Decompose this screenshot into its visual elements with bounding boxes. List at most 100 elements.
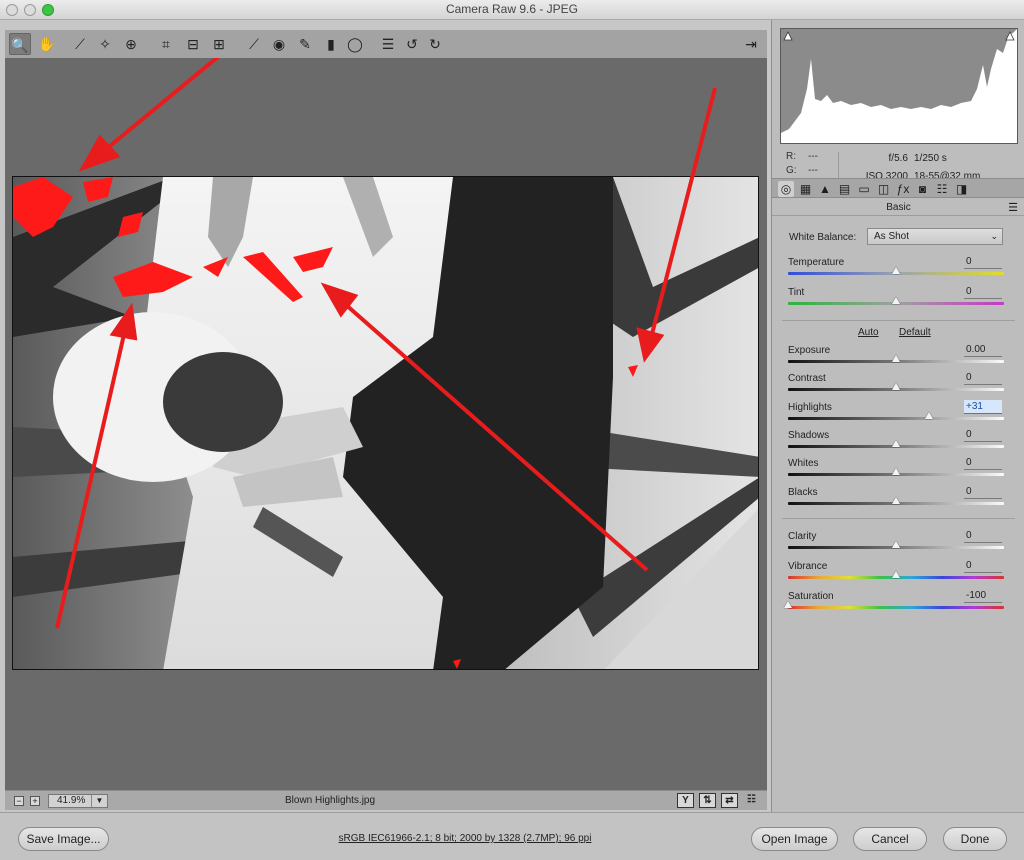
targeted-adjustment-tool[interactable]: ⊕ [120, 33, 142, 55]
close-window-button[interactable] [6, 4, 18, 16]
white-balance-select[interactable]: As Shot ⌄ [867, 228, 1003, 245]
panel-menu-icon[interactable]: ☰ [1008, 200, 1018, 216]
zoom-tool[interactable]: 🔍 [9, 33, 31, 55]
clarity-thumb[interactable] [892, 541, 900, 548]
exposure-value-field[interactable]: 0.00 [964, 343, 1002, 357]
vibrance-value-field[interactable]: 0 [964, 559, 1002, 573]
shadows-value-field[interactable]: 0 [964, 428, 1002, 442]
highlights-value-field[interactable]: +31 [964, 400, 1002, 414]
preview-canvas[interactable] [5, 58, 767, 790]
hand-tool[interactable]: ✋ [36, 33, 58, 55]
highlights-track[interactable] [788, 417, 1004, 420]
white-balance-value: As Shot [874, 231, 910, 242]
cancel-button[interactable]: Cancel [853, 827, 927, 851]
saturation-track[interactable] [788, 606, 1004, 609]
maximize-window-button[interactable] [42, 4, 54, 16]
workflow-options-link[interactable]: sRGB IEC61966-2.1; 8 bit; 2000 by 1328 (… [230, 833, 700, 844]
graduated-filter-tool[interactable]: ▮ [320, 33, 342, 55]
vibrance-thumb[interactable] [892, 571, 900, 578]
before-after-toggle-button[interactable]: Y [677, 793, 694, 808]
crop-tool[interactable]: ⌗ [155, 33, 177, 55]
preferences-icon[interactable]: ☰ [377, 33, 399, 55]
shadows-slider[interactable]: Shadows 0 [788, 428, 1004, 458]
tint-value-field[interactable]: 0 [964, 285, 1002, 299]
spot-removal-tool[interactable]: ⟋ [243, 33, 265, 55]
adjustment-brush-tool[interactable]: ✎ [294, 33, 316, 55]
red-eye-tool[interactable]: ◉ [268, 33, 290, 55]
highlights-thumb[interactable] [925, 412, 934, 419]
preview-preferences-icon[interactable]: ☷ [743, 793, 760, 808]
snapshots-tab-icon[interactable]: ◨ [954, 181, 970, 197]
default-link[interactable]: Default [899, 327, 931, 338]
temperature-thumb[interactable] [892, 267, 900, 274]
zoom-in-button[interactable]: + [30, 796, 40, 806]
highlights-slider[interactable]: Highlights +31 [788, 400, 1004, 430]
auto-default-links: Auto Default [772, 327, 1024, 341]
effects-tab-icon[interactable]: ƒx [895, 181, 911, 197]
clarity-label: Clarity [788, 531, 817, 542]
zoom-out-button[interactable]: − [14, 796, 24, 806]
auto-link[interactable]: Auto [858, 327, 879, 338]
blacks-value-field[interactable]: 0 [964, 485, 1002, 499]
exposure-slider[interactable]: Exposure 0.00 [788, 343, 1004, 373]
swap-before-after-icon[interactable]: ⇅ [699, 793, 716, 808]
clarity-slider[interactable]: Clarity 0 [788, 529, 1004, 559]
contrast-thumb[interactable] [892, 383, 900, 390]
contrast-slider[interactable]: Contrast 0 [788, 371, 1004, 401]
shutter-speed: 1/250 s [914, 153, 947, 164]
straighten-tool[interactable]: ⊟ [182, 33, 204, 55]
bottom-bar: Save Image... sRGB IEC61966-2.1; 8 bit; … [0, 812, 1024, 860]
temperature-value-field[interactable]: 0 [964, 255, 1002, 269]
exposure-thumb[interactable] [892, 355, 900, 362]
contrast-value-field[interactable]: 0 [964, 371, 1002, 385]
rotate-right-icon[interactable]: ↻ [424, 33, 446, 55]
saturation-slider[interactable]: Saturation -100 [784, 589, 1004, 619]
lens-corrections-tab-icon[interactable]: ◫ [876, 181, 892, 197]
highlight-clipping-icon[interactable] [1005, 31, 1015, 41]
blacks-label: Blacks [788, 487, 818, 498]
white-balance-tool[interactable]: ⟋ [69, 33, 91, 55]
vibrance-slider[interactable]: Vibrance 0 [788, 559, 1004, 589]
blacks-slider[interactable]: Blacks 0 [788, 485, 1004, 515]
presets-tab-icon[interactable]: ☷ [934, 181, 950, 197]
rotate-left-icon[interactable]: ↺ [401, 33, 423, 55]
exposure-label: Exposure [788, 345, 831, 356]
whites-thumb[interactable] [892, 468, 900, 475]
tint-thumb[interactable] [892, 297, 900, 304]
preview-status-bar: − + 41.9% ▼ Blown Highlights.jpg Y ⇅ ⇄ ☷ [5, 790, 767, 810]
window-title: Camera Raw 9.6 - JPEG [445, 2, 579, 16]
temperature-label: Temperature [788, 257, 845, 268]
temperature-slider[interactable]: Temperature 0 [788, 255, 1004, 285]
hsl-tab-icon[interactable]: ▤ [837, 181, 853, 197]
zoom-level-select[interactable]: 41.9% ▼ [48, 794, 108, 808]
whites-value-field[interactable]: 0 [964, 456, 1002, 470]
shadow-clipping-icon[interactable] [783, 31, 793, 41]
tone-curve-tab-icon[interactable]: ▦ [798, 181, 814, 197]
open-image-button[interactable]: Open Image [751, 827, 838, 851]
shadows-thumb[interactable] [892, 440, 900, 447]
minimize-window-button[interactable] [24, 4, 36, 16]
copy-settings-icon[interactable]: ⇄ [721, 793, 738, 808]
saturation-label: Saturation [788, 591, 834, 602]
saturation-value-field[interactable]: -100 [964, 589, 1002, 603]
transform-tool[interactable]: ⊞ [208, 33, 230, 55]
split-toning-tab-icon[interactable]: ▭ [856, 181, 872, 197]
color-sampler-tool[interactable]: ✧ [94, 33, 116, 55]
vibrance-label: Vibrance [788, 561, 828, 572]
section-title: Basic [772, 200, 1024, 216]
white-balance-label: White Balance: [789, 232, 857, 243]
fullscreen-icon[interactable]: ⇥ [740, 33, 762, 55]
camera-calibration-tab-icon[interactable]: ◙ [915, 181, 931, 197]
basic-tab-icon[interactable]: ◎ [778, 181, 794, 197]
file-name: Blown Highlights.jpg [285, 795, 376, 806]
tint-slider[interactable]: Tint 0 [788, 285, 1004, 315]
done-button[interactable]: Done [943, 827, 1007, 851]
save-image-button[interactable]: Save Image... [18, 827, 109, 851]
whites-slider[interactable]: Whites 0 [788, 456, 1004, 486]
clarity-value-field[interactable]: 0 [964, 529, 1002, 543]
detail-tab-icon[interactable]: ▲ [817, 181, 833, 197]
radial-filter-tool[interactable]: ◯ [344, 33, 366, 55]
saturation-thumb[interactable] [784, 601, 792, 608]
tool-bar: ⇥ 🔍 ✋ ⟋ ✧ ⊕ ⌗ ⊟ ⊞ ⟋ ◉ ✎ ▮ ◯ ☰ ↺ ↻ [5, 30, 767, 58]
blacks-thumb[interactable] [892, 497, 900, 504]
